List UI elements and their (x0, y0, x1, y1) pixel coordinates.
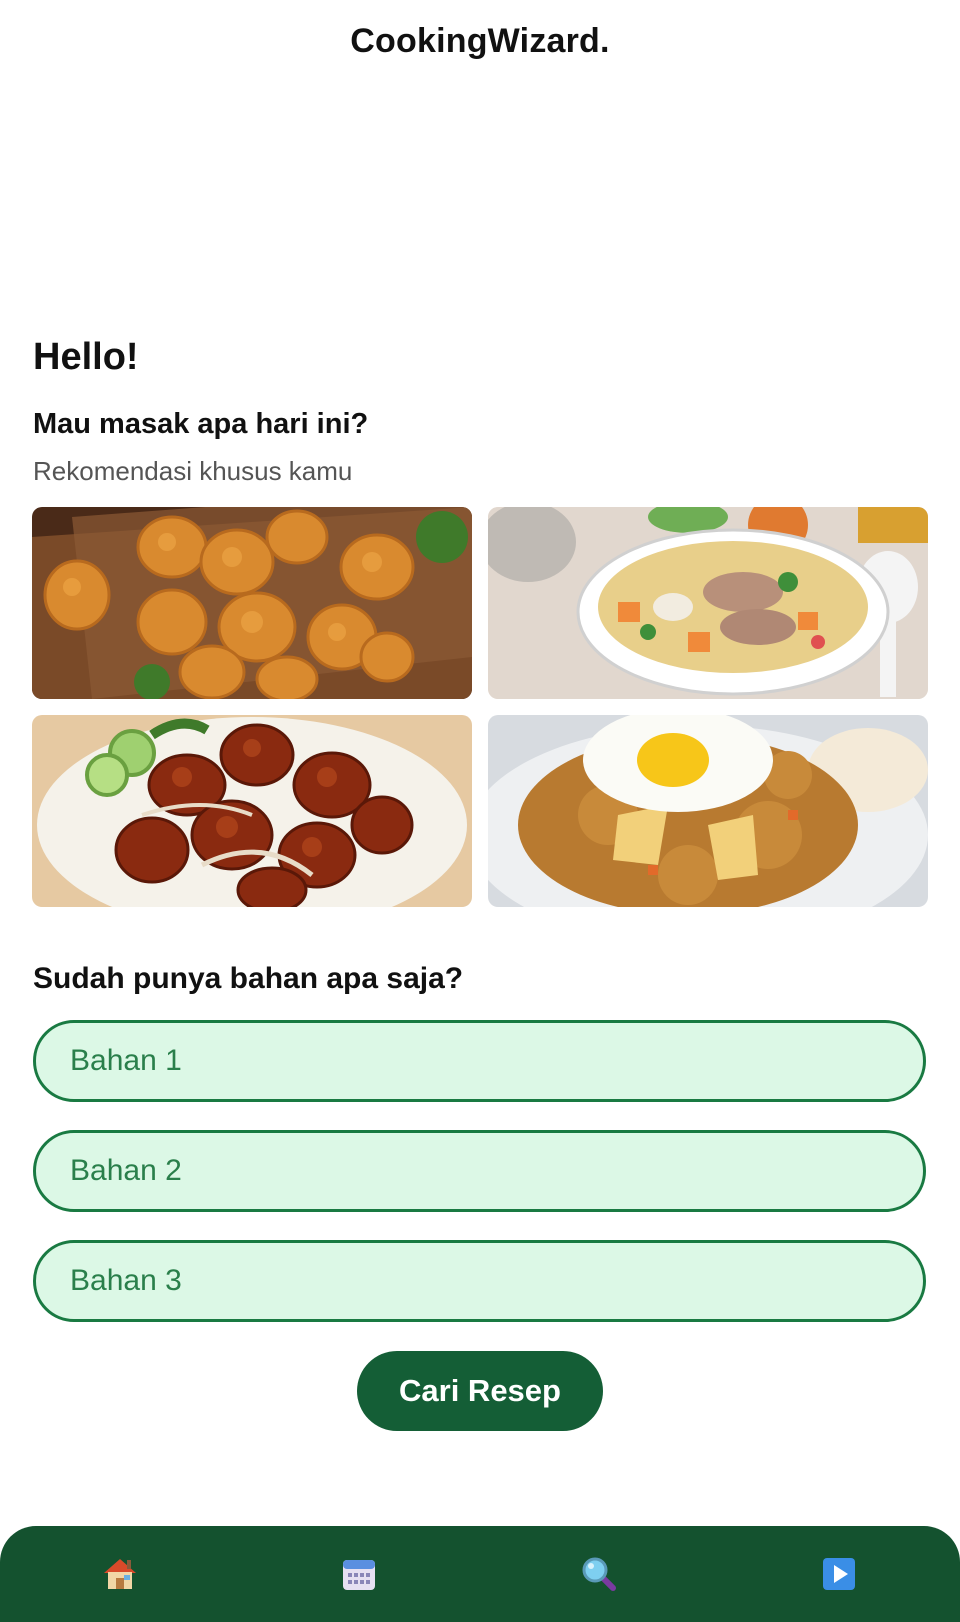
fried-rice-image (488, 715, 928, 907)
search-recipe-button[interactable]: Cari Resep (357, 1351, 603, 1431)
play-icon (823, 1558, 855, 1590)
sweet-soy-chicken-image (32, 715, 472, 907)
calendar-icon (343, 1560, 375, 1590)
recommendation-subtitle: Rekomendasi khusus kamu (33, 456, 353, 486)
ingredient-input-3[interactable] (33, 1240, 926, 1322)
recipe-card-fried-rice[interactable] (488, 715, 928, 907)
fried-chicken-image (32, 507, 472, 699)
ingredient-input-1[interactable] (33, 1020, 926, 1102)
nav-home[interactable] (98, 1552, 142, 1596)
recipe-card-sweet-soy-chicken[interactable] (32, 715, 472, 907)
nav-video[interactable] (817, 1552, 861, 1596)
nav-calendar[interactable] (337, 1552, 381, 1596)
ingredients-heading: Sudah punya bahan apa saja? (33, 962, 464, 995)
greeting-heading: Hello! (33, 336, 139, 378)
home-icon (104, 1559, 136, 1589)
ingredient-input-2[interactable] (33, 1130, 926, 1212)
recipe-card-fried-chicken[interactable] (32, 507, 472, 699)
recipe-card-chicken-soup[interactable] (488, 507, 928, 699)
question-heading: Mau masak apa hari ini? (33, 408, 369, 440)
nav-search[interactable] (577, 1552, 621, 1596)
chicken-soup-image (488, 507, 928, 699)
recommendation-grid (32, 507, 928, 907)
app-title: CookingWizard. (350, 22, 610, 60)
search-icon (582, 1557, 616, 1591)
bottom-navigation (0, 1526, 960, 1622)
